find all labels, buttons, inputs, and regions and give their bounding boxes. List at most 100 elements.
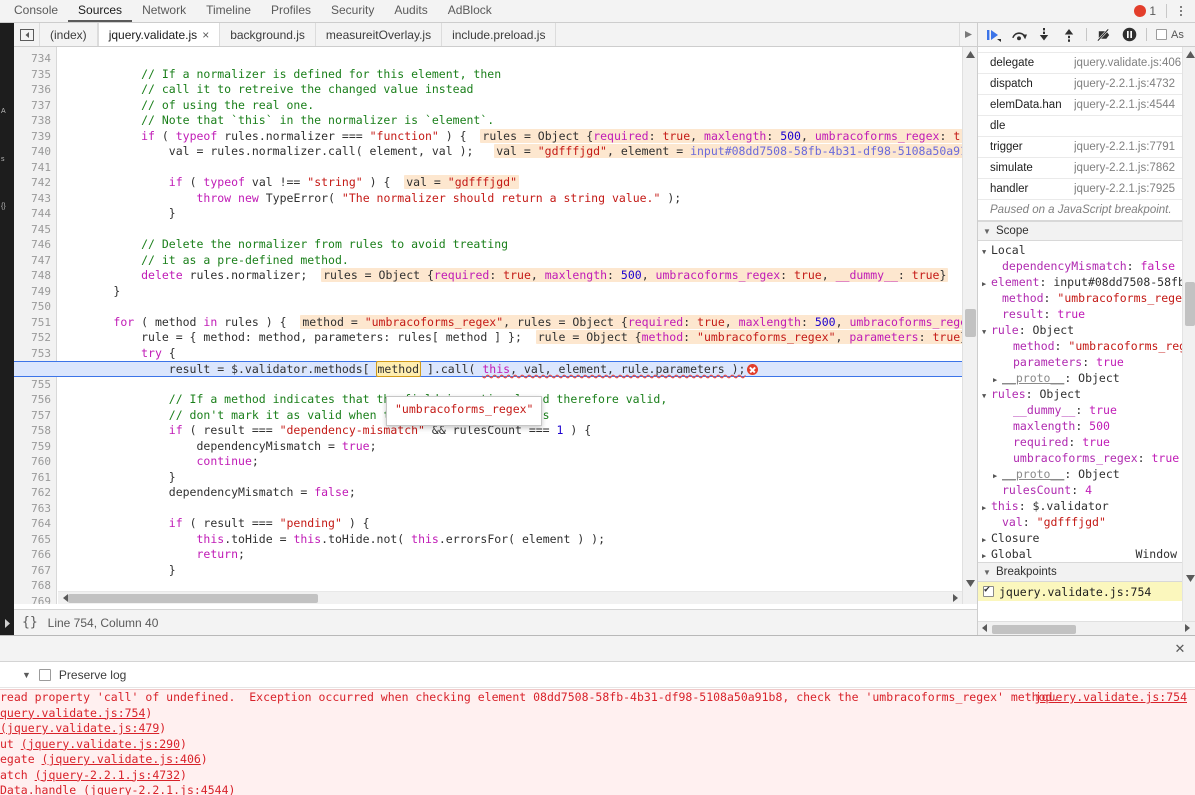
code-content[interactable]: // If a normalizer is defined for this e… xyxy=(14,47,977,604)
scope-row[interactable]: ▶ __proto__: Object xyxy=(978,370,1195,386)
line-number-753[interactable]: 753 xyxy=(14,346,51,362)
code-line-764[interactable]: if ( result === "pending" ) { xyxy=(58,516,370,532)
code-line-738[interactable]: // Note that `this` in the normalizer is… xyxy=(58,113,494,129)
code-line-749[interactable]: } xyxy=(58,284,120,300)
line-number-764[interactable]: 764 xyxy=(14,516,51,532)
scroll-up-arrow-icon[interactable] xyxy=(963,47,977,61)
resume-icon[interactable] xyxy=(986,27,1002,43)
line-number-747[interactable]: 747 xyxy=(14,253,51,269)
code-line-754[interactable]: result = $.validator.methods[ method ].c… xyxy=(14,361,977,377)
debugger-panes-scroll[interactable]: delegate jquery.validate.js:406 dispatch jq… xyxy=(978,47,1195,621)
line-number-742[interactable]: 742 xyxy=(14,175,51,191)
call-stack-row[interactable]: elemData.han jquery-2.2.1.js:4544 xyxy=(978,95,1195,116)
line-number-gutter[interactable]: 734 735 736 737 738 739 740 741 742 743 744 745 746 7… xyxy=(14,47,57,604)
sidebar-scroll-up-icon[interactable] xyxy=(1183,47,1195,61)
scope-row[interactable]: maxlength: 500 xyxy=(978,418,1195,434)
panel-tab-adblock[interactable]: AdBlock xyxy=(438,0,502,22)
collapsed-triangle-icon[interactable]: ▶ xyxy=(993,372,1002,386)
panel-tab-security[interactable]: Security xyxy=(321,0,384,22)
sidebar-scroll-left-icon[interactable] xyxy=(979,621,991,634)
panel-tab-timeline[interactable]: Timeline xyxy=(196,0,261,22)
more-tabs-icon[interactable] xyxy=(959,23,977,46)
panel-tab-audits[interactable]: Audits xyxy=(384,0,437,22)
expanded-triangle-icon[interactable]: ▼ xyxy=(982,244,991,258)
collapsed-triangle-icon[interactable]: ▶ xyxy=(982,276,991,290)
line-number-769[interactable]: 769 xyxy=(14,594,51,605)
sidebar-horizontal-scrollbar[interactable] xyxy=(978,621,1195,635)
line-number-759[interactable]: 759 xyxy=(14,439,51,455)
console-message[interactable]: ut (jquery.validate.js:290) xyxy=(0,737,1195,753)
line-number-751[interactable]: 751 xyxy=(14,315,51,331)
editor-horizontal-scrollbar[interactable] xyxy=(58,591,962,604)
code-line-761[interactable]: } xyxy=(58,470,176,486)
collapsed-triangle-icon[interactable]: ▶ xyxy=(982,548,991,562)
code-line-767[interactable]: } xyxy=(58,563,176,579)
code-line-737[interactable]: // of using the real one. xyxy=(58,98,314,114)
code-line-765[interactable]: this.toHide = this.toHide.not( this.erro… xyxy=(58,532,605,548)
code-line-752[interactable]: rule = { method: method, parameters: rul… xyxy=(58,330,970,346)
panel-tab-profiles[interactable]: Profiles xyxy=(261,0,321,22)
file-tab--index-[interactable]: (index) xyxy=(40,23,98,46)
sidebar-vertical-scrollbar[interactable] xyxy=(1182,47,1195,621)
filter-chevron-icon[interactable]: ▼ xyxy=(22,670,31,680)
scope-row[interactable]: __dummy__: true xyxy=(978,402,1195,418)
scope-row[interactable]: ▶ __proto__: Object xyxy=(978,466,1195,482)
collapsed-triangle-icon[interactable]: ▶ xyxy=(982,532,991,546)
code-line-739[interactable]: if ( typeof rules.normalizer === "functi… xyxy=(58,128,977,145)
panel-tab-sources[interactable]: Sources xyxy=(68,0,133,22)
code-line-740[interactable]: val = rules.normalizer.call( element, va… xyxy=(58,144,977,160)
line-number-737[interactable]: 737 xyxy=(14,98,51,114)
line-number-752[interactable]: 752 xyxy=(14,330,51,346)
code-line-753[interactable]: try { xyxy=(58,346,176,362)
scope-row[interactable]: dependencyMismatch: false xyxy=(978,258,1195,274)
scope-row[interactable]: method: "umbracoforms_regex" xyxy=(978,290,1195,306)
pretty-print-braces-icon[interactable]: {} xyxy=(22,615,38,630)
code-line-743[interactable]: throw new TypeError( "The normalizer sho… xyxy=(58,191,681,207)
console-message[interactable]: egate (jquery.validate.js:406) xyxy=(0,752,1195,768)
source-code-editor[interactable]: 734 735 736 737 738 739 740 741 742 743 744 745 746 7… xyxy=(14,47,977,604)
scope-variable-tree[interactable]: ▼ Local dependencyMismatch: false ▶ element… xyxy=(978,241,1195,562)
line-number-768[interactable]: 768 xyxy=(14,578,51,594)
scope-row[interactable]: ▶ Closure xyxy=(978,530,1195,546)
line-number-740[interactable]: 740 xyxy=(14,144,51,160)
sidebar-scroll-right-icon[interactable] xyxy=(1181,621,1193,634)
line-number-750[interactable]: 750 xyxy=(14,299,51,315)
file-tab-jquery-validate-js[interactable]: jquery.validate.js × xyxy=(97,23,221,46)
line-number-763[interactable]: 763 xyxy=(14,501,51,517)
console-message[interactable]: atch (jquery-2.2.1.js:4732) xyxy=(0,768,1195,784)
line-number-757[interactable]: 757 xyxy=(14,408,51,424)
collapsed-triangle-icon[interactable]: ▶ xyxy=(982,500,991,514)
line-number-766[interactable]: 766 xyxy=(14,547,51,563)
call-stack-row[interactable]: simulate jquery-2.2.1.js:7862 xyxy=(978,158,1195,179)
line-number-746[interactable]: 746 xyxy=(14,237,51,253)
expanded-triangle-icon[interactable]: ▼ xyxy=(982,388,991,402)
scroll-left-arrow-icon[interactable] xyxy=(60,591,72,604)
file-tab-background-js[interactable]: background.js xyxy=(220,23,316,46)
line-number-749[interactable]: 749 xyxy=(14,284,51,300)
async-checkbox-group[interactable]: As xyxy=(1156,29,1184,41)
scope-row[interactable]: result: true xyxy=(978,306,1195,322)
line-number-734[interactable]: 734 xyxy=(14,51,51,67)
line-number-741[interactable]: 741 xyxy=(14,160,51,176)
scope-row[interactable]: required: true xyxy=(978,434,1195,450)
code-line-762[interactable]: dependencyMismatch = false; xyxy=(58,485,356,501)
editor-horizontal-scroll-thumb[interactable] xyxy=(68,594,318,603)
scope-row[interactable]: umbracoforms_regex: true xyxy=(978,450,1195,466)
navigator-rail[interactable]: A s {} xyxy=(0,23,14,611)
call-stack-row[interactable]: trigger jquery-2.2.1.js:7791 xyxy=(978,137,1195,158)
close-tab-icon[interactable]: × xyxy=(202,28,209,42)
line-number-739[interactable]: 739 xyxy=(14,129,51,145)
code-line-747[interactable]: // it as a pre-defined method. xyxy=(58,253,349,269)
code-line-748[interactable]: delete rules.normalizer; rules = Object … xyxy=(58,268,949,284)
file-tab-measureitoverlay-js[interactable]: measureitOverlay.js xyxy=(316,23,443,46)
line-number-758[interactable]: 758 xyxy=(14,423,51,439)
pause-on-exceptions-icon[interactable] xyxy=(1121,27,1137,43)
scope-row[interactable]: ▶ element: input#08dd7508-58fb xyxy=(978,274,1195,290)
console-message[interactable]: Data.handle (jquery-2.2.1.js:4544) xyxy=(0,783,1195,795)
error-counter[interactable]: 1 xyxy=(1134,0,1162,22)
panel-tab-console[interactable]: Console xyxy=(4,0,68,22)
code-line-759[interactable]: dependencyMismatch = true; xyxy=(58,439,376,455)
line-number-765[interactable]: 765 xyxy=(14,532,51,548)
show-navigator-icon[interactable] xyxy=(14,23,40,46)
line-number-761[interactable]: 761 xyxy=(14,470,51,486)
